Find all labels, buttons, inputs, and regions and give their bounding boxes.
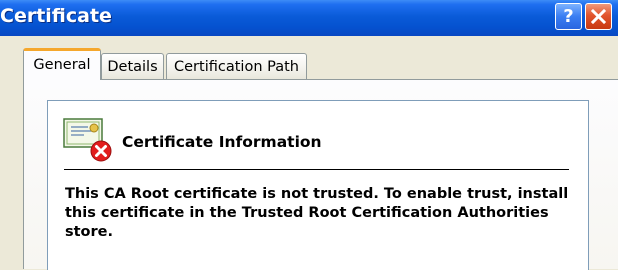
tab-details[interactable]: Details xyxy=(101,53,164,79)
tab-general-label: General xyxy=(33,56,91,73)
certificate-status-message: This CA Root certificate is not trusted.… xyxy=(65,186,569,240)
tab-general[interactable]: General xyxy=(23,48,101,80)
certificate-info-title: Certificate Information xyxy=(122,133,322,151)
help-icon: ? xyxy=(563,6,574,27)
window-title: Certificate xyxy=(0,5,112,27)
info-divider xyxy=(64,169,569,170)
help-button[interactable]: ? xyxy=(555,3,582,30)
title-bar[interactable]: Certificate ? xyxy=(0,0,618,36)
tab-certification-path[interactable]: Certification Path xyxy=(166,53,307,79)
certificate-error-icon xyxy=(63,118,112,162)
close-icon xyxy=(591,9,606,24)
tab-details-label: Details xyxy=(107,58,158,75)
tab-certification-path-label: Certification Path xyxy=(174,58,299,75)
close-button[interactable] xyxy=(585,3,612,30)
